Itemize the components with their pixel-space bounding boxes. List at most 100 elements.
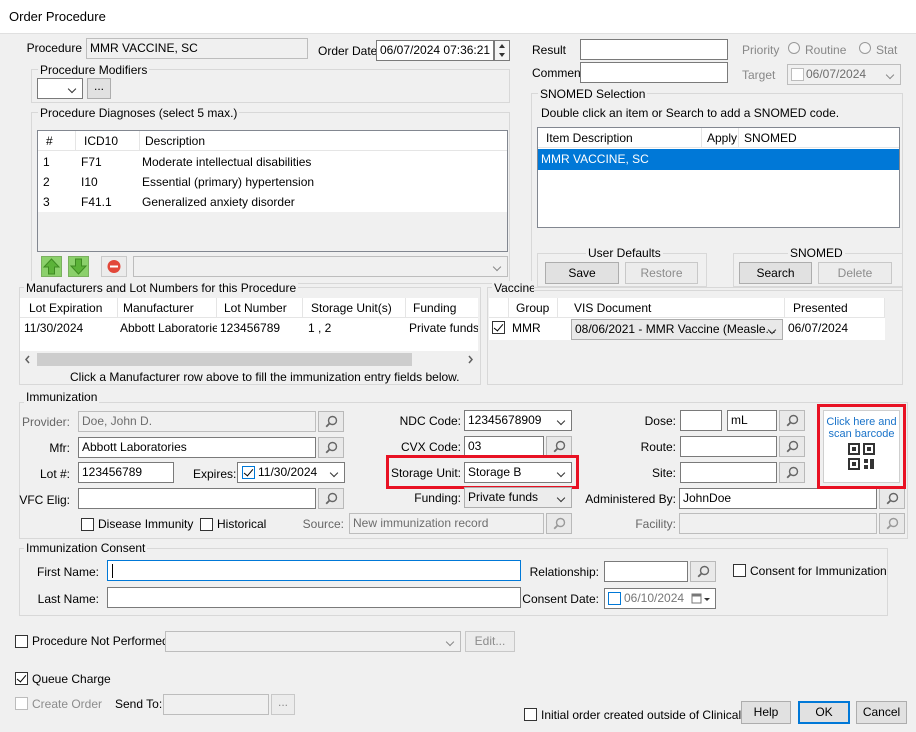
cvx-lookup-button[interactable] bbox=[546, 436, 572, 457]
vfc-field[interactable] bbox=[78, 488, 316, 509]
snomed-actions-legend: SNOMED bbox=[788, 246, 845, 260]
diagnoses-grid[interactable]: # ICD10 Description 1 F71 Moderate intel… bbox=[37, 130, 508, 252]
disease-immunity-checkbox[interactable] bbox=[81, 518, 94, 531]
order-date-spinner[interactable] bbox=[494, 40, 510, 61]
vfc-lookup-button[interactable] bbox=[318, 488, 344, 509]
chevron-down-icon bbox=[444, 632, 458, 651]
comment-field[interactable] bbox=[580, 62, 728, 83]
last-name-field[interactable] bbox=[107, 587, 521, 608]
consent-for-immunization-checkbox[interactable] bbox=[733, 564, 746, 577]
scrollbar-thumb[interactable] bbox=[37, 353, 412, 366]
route-label: Route: bbox=[640, 440, 676, 454]
provider-lookup-button[interactable] bbox=[318, 411, 344, 432]
consent-date-checkbox[interactable] bbox=[608, 592, 621, 605]
cancel-button[interactable]: Cancel bbox=[856, 701, 907, 724]
magnifier-icon bbox=[886, 492, 899, 505]
target-date-field[interactable]: 06/07/2024 bbox=[787, 64, 901, 85]
modifier-select[interactable] bbox=[37, 78, 83, 99]
vaccine-col-group[interactable]: Group bbox=[509, 298, 558, 318]
relationship-field[interactable] bbox=[604, 561, 688, 582]
storage-unit-select[interactable]: Storage B bbox=[464, 462, 572, 483]
provider-field: Doe, John D. bbox=[78, 411, 316, 432]
snomed-col-apply[interactable]: Apply bbox=[702, 128, 739, 148]
dose-unit-lookup-button[interactable] bbox=[779, 410, 805, 431]
mfr-lookup-button[interactable] bbox=[318, 437, 344, 458]
snomed-row-selected[interactable]: MMR VACCINE, SC bbox=[538, 149, 899, 170]
diag-col-icd10[interactable]: ICD10 bbox=[76, 131, 140, 151]
vis-document-select[interactable]: 08/06/2021 - MMR Vaccine (Measle... bbox=[571, 319, 783, 340]
cvx-field[interactable]: 03 bbox=[464, 436, 544, 457]
immunization-legend: Immunization bbox=[24, 390, 100, 404]
result-field[interactable] bbox=[580, 39, 728, 60]
procedure-label: Procedure bbox=[26, 41, 82, 55]
facility-lookup-button[interactable] bbox=[879, 513, 905, 534]
stat-radio[interactable] bbox=[859, 42, 871, 54]
order-date-label: Order Date bbox=[318, 44, 378, 58]
site-lookup-button[interactable] bbox=[779, 462, 805, 483]
site-field[interactable] bbox=[680, 462, 777, 483]
diagnosis-select[interactable] bbox=[133, 256, 508, 277]
dose-unit-field[interactable]: mL bbox=[727, 410, 777, 431]
scan-barcode-button[interactable]: Click here and scan barcode bbox=[823, 410, 900, 483]
diag-col-num[interactable]: # bbox=[38, 131, 76, 151]
send-to-more-button[interactable]: ... bbox=[271, 694, 295, 715]
chevron-down-icon bbox=[491, 257, 505, 276]
administered-by-lookup-button[interactable] bbox=[879, 488, 905, 509]
manufacturers-scrollbar[interactable] bbox=[20, 351, 478, 368]
snomed-legend: SNOMED Selection bbox=[538, 87, 648, 101]
mfr-col-storage[interactable]: Storage Unit(s) bbox=[303, 298, 406, 318]
ok-button[interactable]: OK bbox=[798, 701, 850, 724]
modifier-more-button[interactable]: ... bbox=[87, 78, 111, 99]
dose-field[interactable] bbox=[680, 410, 722, 431]
snomed-col-description[interactable]: Item Description bbox=[538, 128, 702, 148]
order-date-field[interactable]: 06/07/2024 07:36:21 bbox=[376, 40, 494, 61]
ndc-select[interactable]: 12345678909 bbox=[464, 410, 572, 431]
administered-by-field[interactable]: JohnDoe bbox=[679, 488, 877, 509]
mfr-col-expiration[interactable]: Lot Expiration bbox=[20, 298, 118, 318]
snomed-delete-button[interactable]: Delete bbox=[818, 262, 892, 284]
create-order-checkbox[interactable] bbox=[15, 697, 28, 710]
relationship-lookup-button[interactable] bbox=[690, 561, 716, 582]
funding-select[interactable]: Private funds bbox=[464, 487, 572, 508]
mfr-col-funding[interactable]: Funding bbox=[406, 298, 478, 318]
queue-charge-checkbox[interactable] bbox=[15, 672, 28, 685]
initial-order-checkbox[interactable] bbox=[524, 708, 537, 721]
vaccine-row-checkbox[interactable] bbox=[492, 321, 505, 334]
mfr-field[interactable]: Abbott Laboratories bbox=[78, 437, 316, 458]
snomed-col-snomed[interactable]: SNOMED bbox=[739, 128, 899, 148]
remove-icon bbox=[107, 260, 121, 273]
remove-diagnosis-button[interactable] bbox=[101, 256, 127, 277]
procedure-not-performed-checkbox[interactable] bbox=[15, 635, 28, 648]
vaccine-col-presented[interactable]: Presented bbox=[785, 298, 885, 318]
not-performed-reason-select[interactable] bbox=[165, 631, 461, 652]
funding-value: Private funds bbox=[468, 490, 539, 504]
mfr-col-manufacturer[interactable]: Manufacturer bbox=[118, 298, 217, 318]
ndc-value: 12345678909 bbox=[468, 413, 542, 427]
help-button[interactable]: Help bbox=[741, 701, 791, 724]
mfr-lot: 123456789 bbox=[220, 321, 281, 335]
snomed-search-button[interactable]: Search bbox=[739, 262, 812, 284]
edit-button[interactable]: Edit... bbox=[465, 631, 515, 652]
snomed-grid[interactable]: Item Description Apply SNOMED MMR VACCIN… bbox=[537, 127, 900, 228]
source-lookup-button[interactable] bbox=[546, 513, 572, 534]
historical-checkbox[interactable] bbox=[200, 518, 213, 531]
vaccine-col-vis[interactable]: VIS Document bbox=[558, 298, 785, 318]
move-up-button[interactable] bbox=[41, 256, 62, 277]
save-defaults-button[interactable]: Save bbox=[545, 262, 619, 284]
route-lookup-button[interactable] bbox=[779, 436, 805, 457]
first-name-field[interactable] bbox=[107, 560, 521, 581]
priority-label: Priority bbox=[742, 43, 780, 57]
restore-defaults-button[interactable]: Restore bbox=[625, 262, 698, 284]
vaccine-grid[interactable]: Group VIS Document Presented MMR 08/06/2… bbox=[489, 298, 885, 340]
move-down-button[interactable] bbox=[68, 256, 89, 277]
target-date-checkbox[interactable] bbox=[791, 68, 804, 81]
initial-order-label: Initial order created outside of Clinica… bbox=[541, 708, 742, 722]
lot-field[interactable]: 123456789 bbox=[78, 462, 174, 483]
routine-radio[interactable] bbox=[788, 42, 800, 54]
queue-charge-label: Queue Charge bbox=[32, 672, 111, 686]
expires-checkbox[interactable] bbox=[242, 466, 255, 479]
mfr-col-lot[interactable]: Lot Number bbox=[217, 298, 303, 318]
funding-label: Funding: bbox=[414, 491, 461, 505]
route-field[interactable] bbox=[680, 436, 777, 457]
diag-col-description[interactable]: Description bbox=[140, 131, 507, 151]
